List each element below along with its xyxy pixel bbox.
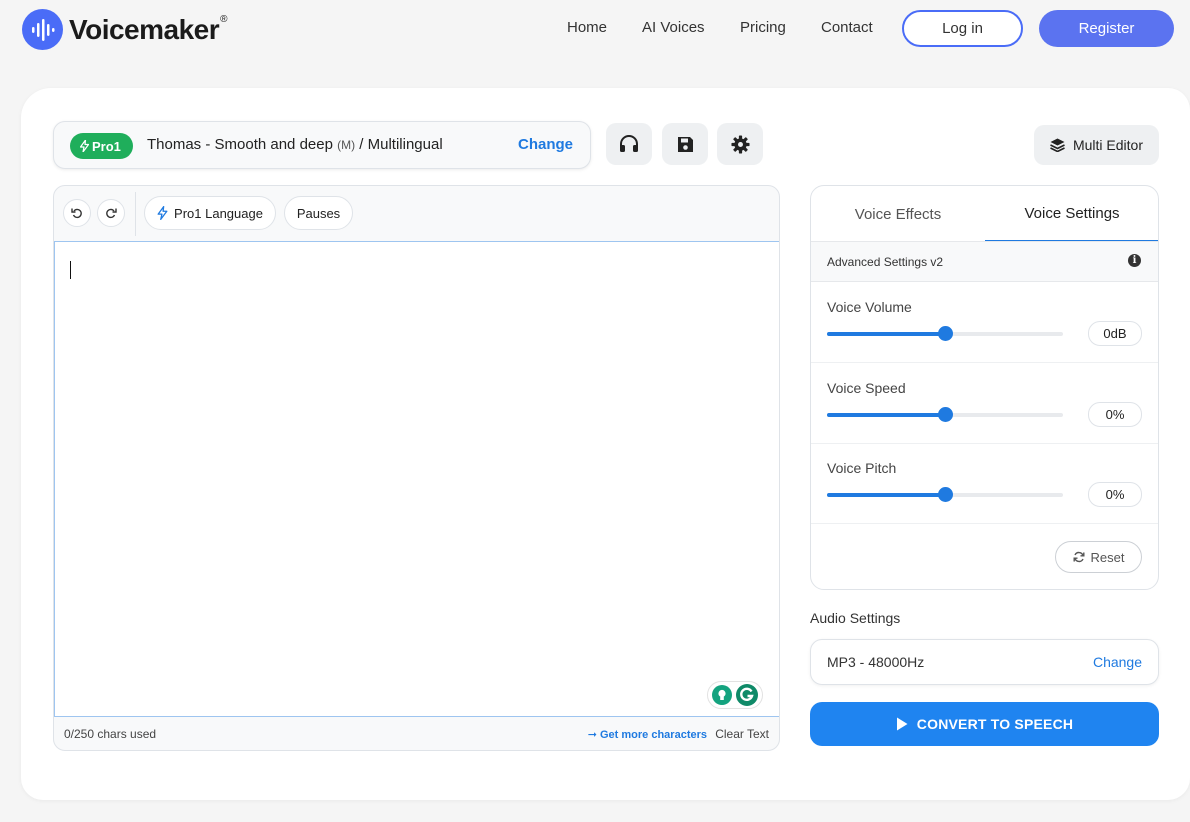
nav-ai-voices[interactable]: AI Voices: [642, 19, 705, 36]
voice-speed-row: Voice Speed 0%: [811, 363, 1158, 444]
settings-button[interactable]: [717, 123, 763, 165]
editor-toolbar: Pro1 Language Pauses: [54, 186, 779, 241]
voice-name-text: Thomas - Smooth and deep: [147, 136, 333, 153]
headphones-icon: [620, 135, 638, 152]
lightbulb-icon: [712, 685, 732, 705]
waveform-icon: [22, 9, 63, 50]
advanced-settings-row: Advanced Settings v2 i: [811, 242, 1158, 282]
slider-fill: [827, 493, 945, 497]
voice-selector[interactable]: Pro1 Thomas - Smooth and deep (M) / Mult…: [53, 121, 591, 169]
layers-icon: [1050, 138, 1065, 152]
voice-name: Thomas - Smooth and deep (M) / Multiling…: [147, 136, 443, 153]
pro-language-button[interactable]: Pro1 Language: [144, 196, 276, 230]
convert-label: CONVERT TO SPEECH: [916, 716, 1074, 732]
voice-pitch-value[interactable]: 0%: [1088, 482, 1142, 507]
register-button[interactable]: Register: [1039, 10, 1174, 47]
get-more-characters-label: Get more characters: [600, 729, 707, 741]
voice-speed-label: Voice Speed: [827, 380, 906, 396]
pro-badge-label: Pro1: [92, 138, 121, 154]
voice-speed-slider[interactable]: [827, 407, 1063, 422]
slider-thumb[interactable]: [938, 487, 953, 502]
change-audio-link[interactable]: Change: [1093, 654, 1142, 670]
brand-logo[interactable]: Voicemaker ®: [22, 9, 228, 50]
tab-voice-effects[interactable]: Voice Effects: [811, 186, 985, 242]
save-button[interactable]: [662, 123, 708, 165]
slider-thumb[interactable]: [938, 407, 953, 422]
slider-fill: [827, 332, 945, 336]
registered-mark: ®: [220, 14, 228, 25]
voice-gender: (M): [337, 138, 356, 152]
nav-pricing[interactable]: Pricing: [740, 19, 786, 36]
voice-settings-panel: Voice Effects Voice Settings Advanced Se…: [810, 185, 1159, 590]
play-icon: [896, 717, 908, 731]
toolbar-divider: [135, 192, 136, 236]
nav-home[interactable]: Home: [567, 19, 607, 36]
refresh-icon: [1073, 551, 1085, 563]
pauses-label: Pauses: [296, 205, 341, 221]
voice-volume-row: Voice Volume 0dB: [811, 282, 1158, 363]
voice-speed-value[interactable]: 0%: [1088, 402, 1142, 427]
editor-footer: 0/250 chars used ➞ Get more characters C…: [54, 717, 779, 750]
reset-button[interactable]: Reset: [1055, 541, 1142, 573]
voice-volume-slider[interactable]: [827, 326, 1063, 341]
pro-badge: Pro1: [70, 133, 133, 159]
voice-language: / Multilingual: [359, 136, 443, 153]
arrow-right-icon: ➞: [587, 729, 600, 741]
pauses-button[interactable]: Pauses: [284, 196, 353, 230]
redo-button[interactable]: [97, 199, 125, 227]
preview-voice-button[interactable]: [606, 123, 652, 165]
audio-settings-label: Audio Settings: [810, 610, 901, 626]
slider-thumb[interactable]: [938, 326, 953, 341]
voice-pitch-row: Voice Pitch 0%: [811, 443, 1158, 524]
voice-volume-label: Voice Volume: [827, 299, 912, 315]
site-header: Voicemaker ® Home AI Voices Pricing Cont…: [0, 0, 1190, 60]
text-caret: [70, 261, 71, 279]
chars-used-counter: 0/250 chars used: [64, 727, 157, 741]
pro-language-label: Pro1 Language: [174, 205, 263, 221]
slider-fill: [827, 413, 945, 417]
bolt-icon: [157, 206, 168, 220]
multi-editor-button[interactable]: Multi Editor: [1034, 125, 1159, 165]
audio-format: MP3 - 48000Hz: [827, 654, 925, 670]
reset-label: Reset: [1090, 549, 1125, 565]
audio-settings-box: MP3 - 48000Hz Change: [810, 639, 1159, 685]
convert-to-speech-button[interactable]: CONVERT TO SPEECH: [810, 702, 1159, 746]
login-button[interactable]: Log in: [902, 10, 1023, 47]
grammarly-icon: [736, 684, 758, 706]
clear-text-button[interactable]: Clear Text: [715, 727, 769, 741]
tts-card: Pro1 Thomas - Smooth and deep (M) / Mult…: [21, 88, 1190, 800]
voice-pitch-slider[interactable]: [827, 487, 1063, 502]
advanced-settings-label: Advanced Settings v2: [827, 255, 944, 269]
text-editor: Pro1 Language Pauses 0/250 chars used ➞ …: [53, 185, 780, 751]
change-voice-link[interactable]: Change: [518, 136, 573, 153]
info-icon[interactable]: i: [1128, 254, 1141, 267]
floppy-disk-icon: [677, 136, 693, 152]
voice-pitch-label: Voice Pitch: [827, 460, 897, 476]
multi-editor-label: Multi Editor: [1072, 137, 1144, 153]
text-input-area[interactable]: [54, 241, 779, 717]
nav-contact[interactable]: Contact: [821, 19, 873, 36]
redo-icon: [106, 208, 117, 219]
brand-name: Voicemaker: [69, 13, 220, 45]
get-more-characters-link[interactable]: ➞ Get more characters: [588, 728, 707, 741]
bolt-icon: [80, 140, 89, 152]
tab-voice-settings[interactable]: Voice Settings: [985, 186, 1158, 242]
undo-button[interactable]: [63, 199, 91, 227]
undo-icon: [71, 208, 82, 219]
grammarly-widget[interactable]: [707, 681, 763, 709]
gear-icon: [730, 134, 750, 154]
voice-volume-value[interactable]: 0dB: [1088, 321, 1142, 346]
